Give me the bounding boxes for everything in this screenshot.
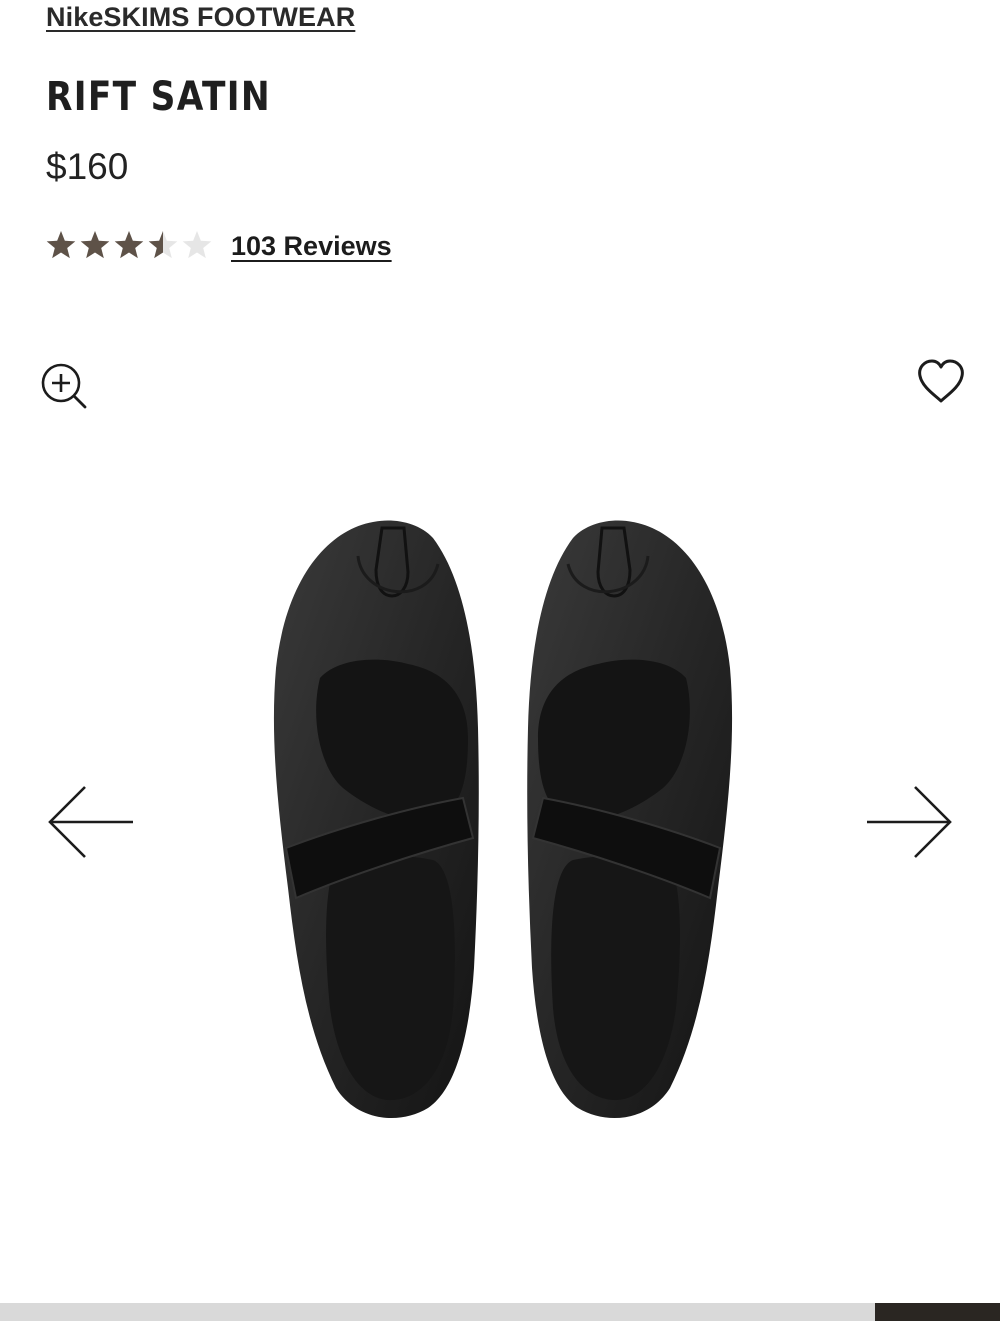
left-shoe	[273, 520, 479, 1119]
arrow-right-icon	[867, 786, 952, 858]
zoom-button[interactable]	[38, 362, 90, 414]
gallery-progress-bar	[0, 1303, 1000, 1321]
star-filled-icon	[80, 231, 110, 259]
zoom-in-icon	[41, 363, 87, 409]
heart-icon	[918, 359, 964, 403]
product-image[interactable]	[258, 508, 748, 1138]
product-title: RIFT SATIN	[46, 74, 271, 120]
shoe-pair-image	[273, 520, 733, 1119]
star-filled-icon	[46, 231, 76, 259]
star-rating	[44, 226, 214, 266]
previous-image-button[interactable]	[44, 782, 138, 862]
reviews-link[interactable]: 103 Reviews	[231, 231, 392, 262]
breadcrumb-link[interactable]: NikeSKIMS FOOTWEAR	[46, 2, 355, 33]
next-image-button[interactable]	[862, 782, 956, 862]
product-price: $160	[46, 146, 129, 187]
rating-row: 103 Reviews	[44, 224, 392, 268]
wishlist-button[interactable]	[914, 356, 968, 408]
star-filled-icon	[148, 231, 163, 259]
stars-filled-icon	[46, 231, 212, 259]
arrow-left-icon	[48, 786, 133, 858]
star-filled-icon	[114, 231, 144, 259]
star-filled-icon	[183, 231, 212, 258]
right-shoe	[527, 520, 733, 1119]
gallery-progress-indicator	[875, 1303, 1000, 1321]
